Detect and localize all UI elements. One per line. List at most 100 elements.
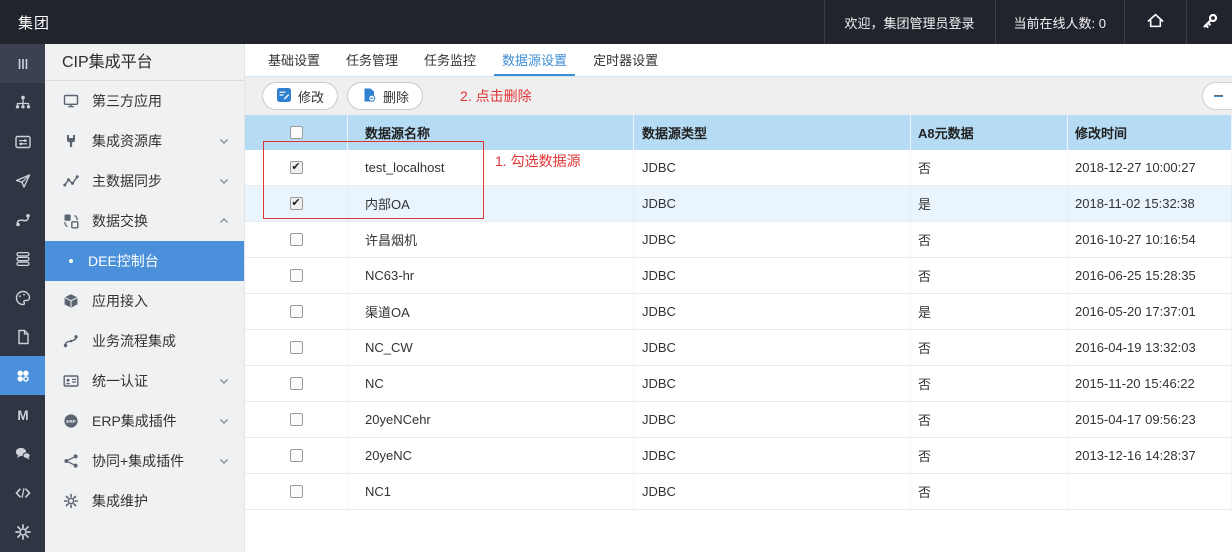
table-row[interactable]: NCJDBC否2015-11-20 15:46:22 (245, 366, 1232, 402)
row-checkbox[interactable] (290, 377, 303, 390)
sidebar-item-flow[interactable]: 业务流程集成 (45, 321, 244, 361)
rail-item-settings-gear[interactable] (0, 512, 45, 551)
chevron-down-icon (218, 175, 230, 187)
sidebar-item-monitor[interactable]: 第三方应用 (45, 81, 244, 121)
rail-item-messages[interactable] (0, 434, 45, 473)
row-checkbox[interactable]: ✔ (290, 197, 303, 210)
sidebar-item-cube[interactable]: 应用接入 (45, 281, 244, 321)
table-row[interactable]: 20yeNCehrJDBC否2015-04-17 09:56:23 (245, 402, 1232, 438)
sidebar-item-active[interactable]: DEE控制台 (45, 241, 244, 281)
rail-item-apps[interactable] (0, 356, 45, 395)
rail-item-m-module[interactable]: M (0, 395, 45, 434)
settings-gear-icon (13, 522, 33, 542)
table-row[interactable]: NC63-hrJDBC否2016-06-25 15:28:35 (245, 258, 1232, 294)
edit-icon (276, 87, 292, 106)
row-checkbox[interactable] (290, 233, 303, 246)
sidebar-item-puzzle[interactable]: 数据交换 (45, 201, 244, 241)
cell-time: 2018-12-27 10:00:27 (1068, 150, 1232, 185)
rail-item-document[interactable] (0, 317, 45, 356)
sidebar-item-plug[interactable]: 集成资源库 (45, 121, 244, 161)
row-checkbox[interactable] (290, 269, 303, 282)
row-checkbox[interactable] (290, 413, 303, 426)
rail-item-palette[interactable] (0, 278, 45, 317)
delete-button[interactable]: 删除 (347, 82, 423, 110)
edit-button[interactable]: 修改 (262, 82, 338, 110)
select-all-checkbox[interactable] (290, 126, 303, 139)
tab-bar: 基础设置任务管理任务监控数据源设置定时器设置 (245, 44, 1232, 77)
cell-a8: 是 (911, 294, 1068, 329)
toolbar: 修改 删除 2. 点击删除 (245, 77, 1232, 115)
cell-name: 20yeNCehr (348, 402, 634, 437)
table-row[interactable]: 20yeNCJDBC否2013-12-16 14:28:37 (245, 438, 1232, 474)
table-row[interactable]: NC1JDBC否 (245, 474, 1232, 510)
rail-item-code[interactable] (0, 473, 45, 512)
chevron-up-icon (218, 215, 230, 227)
tab-0[interactable]: 基础设置 (260, 44, 328, 76)
chevron-down-icon (218, 375, 230, 387)
sidebar-title: CIP集成平台 (45, 44, 244, 81)
edit-button-label: 修改 (298, 87, 324, 106)
tab-1[interactable]: 任务管理 (338, 44, 406, 76)
tab-3[interactable]: 数据源设置 (494, 44, 575, 76)
sidebar-item-nodes[interactable]: 主数据同步 (45, 161, 244, 201)
column-header-a8: A8元数据 (911, 115, 1068, 150)
cell-time: 2013-12-16 14:28:37 (1068, 438, 1232, 473)
tab-2[interactable]: 任务监控 (416, 44, 484, 76)
online-count: 当前在线人数: 0 (995, 0, 1124, 44)
tab-4[interactable]: 定时器设置 (585, 44, 666, 76)
rail-item-database-stack[interactable] (0, 239, 45, 278)
row-checkbox[interactable] (290, 341, 303, 354)
plug-icon (63, 133, 80, 149)
table-row[interactable]: ✔内部OAJDBC是2018-11-02 15:32:38 (245, 186, 1232, 222)
panel-toggle-icon (13, 54, 33, 74)
cell-type: JDBC (634, 438, 911, 473)
sidebar-item-share[interactable]: 协同+集成插件 (45, 441, 244, 481)
cell-name: NC1 (348, 474, 634, 509)
brand-title: 集团 (18, 12, 50, 33)
main-panel: 基础设置任务管理任务监控数据源设置定时器设置 修改 删除 2. 点击删除 数据源… (245, 44, 1232, 552)
cell-a8: 否 (911, 366, 1068, 401)
table-row[interactable]: NC_CWJDBC否2016-04-19 13:32:03 (245, 330, 1232, 366)
cell-name: test_localhost (348, 150, 634, 185)
dash-icon (1214, 95, 1223, 97)
sidebar-item-idcard[interactable]: 统一认证 (45, 361, 244, 401)
row-checkbox[interactable] (290, 485, 303, 498)
table-header: 数据源名称 数据源类型 A8元数据 修改时间 (245, 115, 1232, 150)
cell-name: NC_CW (348, 330, 634, 365)
key-button[interactable] (1186, 0, 1232, 44)
messages-icon (13, 444, 33, 464)
settings-panel-icon (13, 132, 33, 152)
rail-item-org-chart[interactable] (0, 83, 45, 122)
welcome-text: 欢迎，集团管理员登录 (824, 0, 995, 44)
cell-name: 内部OA (348, 186, 634, 221)
row-checkbox[interactable]: ✔ (290, 161, 303, 174)
sidebar-item-gear[interactable]: 集成维护 (45, 481, 244, 521)
table-row[interactable]: 渠道OAJDBC是2016-05-20 17:37:01 (245, 294, 1232, 330)
cell-type: JDBC (634, 222, 911, 257)
send-icon (13, 171, 33, 191)
table-row[interactable]: 许昌烟机JDBC否2016-10-27 10:16:54 (245, 222, 1232, 258)
sidebar-item-label: DEE控制台 (88, 251, 159, 271)
table-body: ✔test_localhostJDBC否2018-12-27 10:00:27✔… (245, 150, 1232, 510)
collapse-pill-button[interactable] (1202, 82, 1232, 110)
row-checkbox[interactable] (290, 305, 303, 318)
cell-name: 许昌烟机 (348, 222, 634, 257)
icon-rail: M (0, 44, 45, 552)
apps-icon (13, 366, 33, 386)
home-button[interactable] (1124, 0, 1186, 44)
sidebar-item-label: 统一认证 (92, 371, 148, 391)
cell-time: 2016-06-25 15:28:35 (1068, 258, 1232, 293)
cell-a8: 否 (911, 402, 1068, 437)
row-checkbox[interactable] (290, 449, 303, 462)
rail-item-settings-panel[interactable] (0, 122, 45, 161)
sidebar-item-label: 集成维护 (92, 491, 148, 511)
chevron-down-icon (218, 455, 230, 467)
rail-item-send[interactable] (0, 161, 45, 200)
rail-item-workflow[interactable] (0, 200, 45, 239)
rail-item-panel-toggle[interactable] (0, 44, 45, 83)
erp-icon: ERP (63, 413, 80, 429)
sidebar-item-erp[interactable]: ERPERP集成插件 (45, 401, 244, 441)
sidebar-item-label: 协同+集成插件 (92, 451, 184, 471)
svg-text:M: M (17, 407, 28, 422)
table-row[interactable]: ✔test_localhostJDBC否2018-12-27 10:00:27 (245, 150, 1232, 186)
